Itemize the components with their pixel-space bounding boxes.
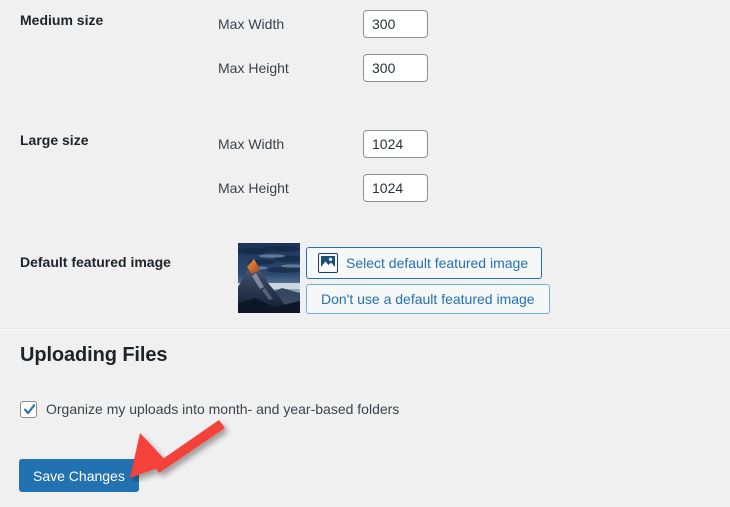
media-settings-page: Medium size Max Width Max Height Large s… <box>0 0 730 507</box>
large-max-height-input[interactable] <box>363 174 428 202</box>
organize-uploads-label[interactable]: Organize my uploads into month- and year… <box>46 400 399 418</box>
image-icon <box>318 253 338 273</box>
field-label-large-max-height: Max Height <box>218 180 289 196</box>
row-fields-large-size: Max Width Max Height <box>218 130 730 202</box>
section-divider <box>0 328 730 330</box>
field-medium-max-width: Max Width <box>218 10 730 38</box>
field-label-medium-max-width: Max Width <box>218 16 285 32</box>
row-label-medium-size: Medium size <box>20 12 104 28</box>
dont-use-default-featured-image-label: Don't use a default featured image <box>321 291 535 307</box>
field-large-max-height: Max Height <box>218 174 730 202</box>
setting-row-medium-size: Medium size Max Width Max Height <box>0 10 730 82</box>
large-max-width-input[interactable] <box>363 130 428 158</box>
default-featured-image-thumbnail <box>238 243 300 313</box>
annotation-arrow-icon <box>126 416 238 482</box>
select-default-featured-image-button[interactable]: Select default featured image <box>306 247 543 279</box>
medium-max-width-input[interactable] <box>363 10 428 38</box>
field-label-medium-max-height: Max Height <box>218 60 289 76</box>
save-changes-button[interactable]: Save Changes <box>19 459 139 492</box>
row-label-large-size: Large size <box>20 132 89 148</box>
select-default-featured-image-label: Select default featured image <box>346 255 529 271</box>
dont-use-default-featured-image-button[interactable]: Don't use a default featured image <box>306 284 550 314</box>
setting-row-large-size: Large size Max Width Max Height <box>0 130 730 202</box>
field-label-large-max-width: Max Width <box>218 136 285 152</box>
uploading-files-heading: Uploading Files <box>20 344 168 366</box>
organize-uploads-row: Organize my uploads into month- and year… <box>20 400 399 418</box>
field-medium-max-height: Max Height <box>218 54 730 82</box>
medium-max-height-input[interactable] <box>363 54 428 82</box>
organize-uploads-checkbox[interactable] <box>20 400 37 418</box>
save-changes-label: Save Changes <box>33 467 125 484</box>
field-large-max-width: Max Width <box>218 130 730 158</box>
row-label-default-featured-image: Default featured image <box>20 254 171 270</box>
checkmark-icon <box>23 403 36 414</box>
row-fields-medium-size: Max Width Max Height <box>218 10 730 82</box>
